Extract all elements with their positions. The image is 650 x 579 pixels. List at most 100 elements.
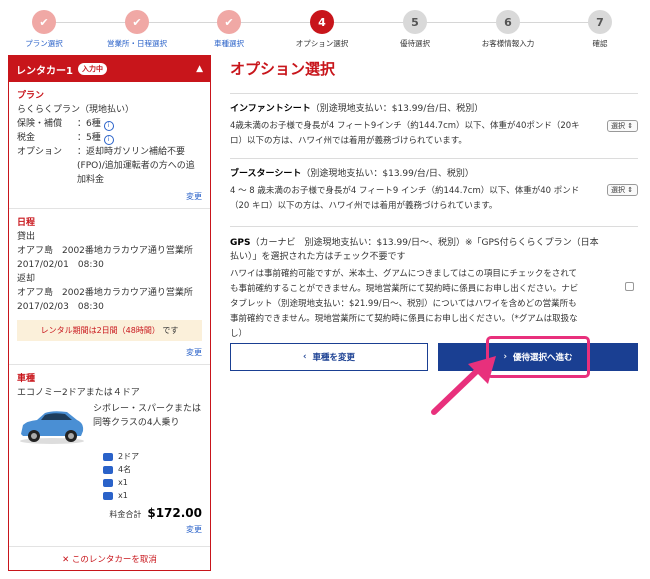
- bag-icon: [103, 491, 113, 500]
- chevron-left-icon: ‹: [302, 352, 307, 362]
- return-time: 2017/02/03 08:30: [17, 302, 104, 312]
- button-label: 車種を変更: [312, 353, 356, 363]
- rental-summary-panel: レンタカー1 入力中 ▲ プラン らくらくプラン（現地払い） 保険・補償 ：6種…: [8, 55, 211, 571]
- spec-value: 2ドア: [118, 452, 140, 461]
- coverage-label: 保険・補償: [17, 119, 63, 129]
- tax-row: 税金 ：5種 i: [17, 131, 202, 145]
- pickup-label: 貸出: [17, 232, 36, 242]
- plan-name: らくらくプラン（現地払い）: [17, 105, 135, 115]
- option-description: 4歳未満のお子様で身長が4 フィート9インチ（約144.7cm）以下、体重が40…: [230, 121, 580, 146]
- select-value: 選択: [611, 186, 625, 194]
- info-icon[interactable]: i: [103, 135, 114, 145]
- step-5: 5 優待選択: [365, 10, 465, 49]
- plan-section: プラン らくらくプラン（現地払い） 保険・補償 ：6種 i 税金 ：5種 i オプシ…: [9, 82, 210, 209]
- large-luggage-spec: x1: [103, 476, 202, 489]
- step-4: 4 オプション選択: [272, 10, 372, 49]
- step-6: 6 お客様情報入力: [458, 10, 558, 49]
- step-number: 6: [496, 10, 520, 34]
- panel-header[interactable]: レンタカー1 入力中 ▲: [9, 56, 210, 82]
- spec-value: x1: [118, 478, 128, 487]
- section-heading: プラン: [17, 91, 45, 101]
- pointer-arrow-icon: [431, 356, 496, 415]
- booster-seat-select[interactable]: 選択 ⇕: [607, 184, 638, 196]
- cancel-rental-link[interactable]: ✕ このレンタカーを取消: [9, 546, 210, 570]
- option-name: インファントシート: [230, 104, 311, 114]
- status-badge: 入力中: [77, 63, 107, 75]
- option-description: ハワイは事前確約可能ですが、米本土、グアムにつきましてはこの項目にチェックをされ…: [230, 269, 579, 339]
- info-icon[interactable]: i: [103, 121, 114, 131]
- check-icon: ✔: [32, 10, 56, 34]
- return-label: 返却: [17, 274, 36, 284]
- step-7: 7 確認: [550, 10, 650, 49]
- pickup-location: オアフ島 2002番地カラカウア通り営業所: [17, 246, 193, 256]
- step-label: 営業所・日程選択: [107, 39, 167, 48]
- step-number: 5: [403, 10, 427, 34]
- pickup-time: 2017/02/01 08:30: [17, 260, 104, 270]
- car-specs: 2ドア 4名 x1 x1: [103, 450, 202, 502]
- gps-checkbox[interactable]: [625, 282, 634, 291]
- infant-seat-select[interactable]: 選択 ⇕: [607, 120, 638, 132]
- updown-icon: ⇕: [627, 186, 634, 194]
- option-label: オプション: [17, 147, 63, 157]
- step-3[interactable]: ✔ 車種選択: [179, 10, 279, 49]
- option-header: インファントシート（別途現地支払い：$13.99/台/日、税別）: [230, 102, 638, 116]
- check-icon: ✔: [125, 10, 149, 34]
- change-schedule-link[interactable]: 変更: [17, 343, 202, 364]
- step-label: お客様情報入力: [481, 39, 535, 48]
- passengers-spec: 4名: [103, 463, 202, 476]
- option-row: オプション ：返却時ガソリン補給不要(FPO)/追加運転者の方への追加料金: [17, 145, 202, 187]
- schedule-section: 日程 貸出 オアフ島 2002番地カラカウア通り営業所 2017/02/01 0…: [9, 209, 210, 365]
- step-number: 4: [310, 10, 334, 34]
- select-value: 選択: [611, 122, 625, 130]
- step-2[interactable]: ✔ 営業所・日程選択: [87, 10, 187, 49]
- option-gps: GPS（カーナビ 別途現地支払い：$13.99/日～、税別）※「GPS付らくらく…: [230, 226, 638, 339]
- step-1[interactable]: ✔ プラン選択: [0, 10, 94, 49]
- option-price: （別途現地支払い：$13.99/台/日、税別）: [310, 104, 484, 114]
- check-icon: ✔: [217, 10, 241, 34]
- option-description: 4 ～ 8 歳未満のお子様で身長が4 フィート9 インチ（約144.7cm）以下…: [230, 186, 580, 211]
- change-car-button[interactable]: ‹ 車種を変更: [230, 343, 428, 371]
- option-header: GPS（カーナビ 別途現地支払い：$13.99/日～、税別）※「GPS付らくらく…: [230, 236, 600, 264]
- page-title: オプション選択: [230, 60, 336, 78]
- tax-value: ：5種: [77, 133, 101, 143]
- period-unit: です: [162, 326, 179, 335]
- option-booster-seat: ブースターシート（別途現地支払い：$13.99/台/日、税別） 4 ～ 8 歳未…: [230, 158, 638, 226]
- spec-value: x1: [118, 491, 128, 500]
- step-label: プラン選択: [25, 39, 63, 48]
- option-name: GPS: [230, 238, 251, 248]
- small-luggage-spec: x1: [103, 489, 202, 502]
- coverage-value: ：6種: [77, 119, 101, 129]
- option-name: ブースターシート: [230, 169, 302, 179]
- car-section: 車種 エコノミー2ドアまたは４ドア シボレー・スパークまたは同等クラスの4人乗り…: [9, 365, 210, 541]
- rental-period-notice: レンタル期間は2日間（48時間） です: [17, 320, 202, 341]
- doors-spec: 2ドア: [103, 450, 202, 463]
- chevron-up-icon[interactable]: ▲: [196, 64, 203, 74]
- change-car-link[interactable]: 変更: [17, 520, 202, 541]
- change-plan-link[interactable]: 変更: [17, 187, 202, 208]
- progress-stepper: ✔ プラン選択 ✔ 営業所・日程選択 ✔ 車種選択 4 オプション選択 5 優待…: [0, 10, 650, 50]
- total-price: 料金合計 $172.00: [17, 506, 202, 520]
- car-class: エコノミー2ドアまたは４ドア: [17, 388, 140, 398]
- car-info: シボレー・スパークまたは同等クラスの4人乗り: [17, 402, 202, 446]
- option-header: ブースターシート（別途現地支払い：$13.99/台/日、税別）: [230, 167, 638, 181]
- car-model: シボレー・スパークまたは同等クラスの4人乗り: [93, 404, 202, 428]
- passengers-icon: [103, 465, 113, 474]
- option-price: （カーナビ 別途現地支払い：$13.99/日～、税別）※「GPS付らくらくプラン…: [230, 238, 599, 262]
- spec-value: 4名: [118, 465, 132, 474]
- step-label: 車種選択: [214, 39, 244, 48]
- panel-title: レンタカー1: [16, 65, 73, 77]
- return-location: オアフ島 2002番地カラカウア通り営業所: [17, 288, 193, 298]
- total-label: 料金合計: [109, 510, 142, 519]
- step-label: 優待選択: [400, 39, 430, 48]
- option-value: ：返却時ガソリン補給不要(FPO)/追加運転者の方への追加料金: [77, 147, 195, 185]
- tax-label: 税金: [17, 133, 36, 143]
- car-image: [17, 406, 87, 446]
- period-text: レンタル期間は2日間（48時間）: [40, 326, 160, 335]
- suitcase-icon: [103, 478, 113, 487]
- total-value: $172.00: [147, 506, 202, 520]
- step-label: オプション選択: [295, 39, 349, 48]
- step-label: 確認: [592, 39, 608, 48]
- option-infant-seat: インファントシート（別途現地支払い：$13.99/台/日、税別） 4歳未満のお子…: [230, 93, 638, 159]
- section-heading: 日程: [17, 218, 36, 228]
- updown-icon: ⇕: [627, 122, 634, 130]
